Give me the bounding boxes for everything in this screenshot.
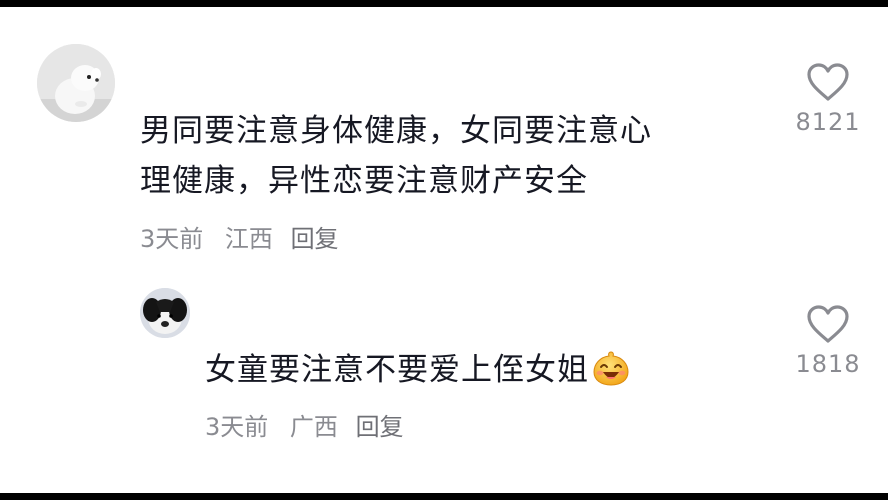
like-count: 8121 xyxy=(795,108,861,136)
like-button[interactable]: 8121 xyxy=(788,62,868,136)
comment-text-line: 女童要注意不要爱上侄女姐 xyxy=(205,352,589,388)
heart-icon xyxy=(807,63,849,101)
comment-location: 广西 xyxy=(289,413,338,441)
heart-icon xyxy=(807,305,849,343)
comment-meta: 3天前 江西 回复 xyxy=(140,219,339,254)
comment-list: 男同要注意身体健康，女同要注意心 理健康，异性恋要注意财产安全 3天前 江西 回… xyxy=(0,7,888,493)
comment-time: 3天前 xyxy=(140,225,204,253)
black-white-dog-avatar-icon xyxy=(140,288,190,338)
avatar[interactable] xyxy=(140,288,190,338)
comment-text-line: 理健康，异性恋要注意财产安全 xyxy=(140,163,588,199)
comment-location: 江西 xyxy=(224,225,273,253)
reply-button[interactable]: 回复 xyxy=(356,407,404,442)
comment-time: 3天前 xyxy=(205,413,269,441)
comment-text: 男同要注意身体健康，女同要注意心 理健康，异性恋要注意财产安全 xyxy=(140,106,652,206)
comment-text: 女童要注意不要爱上侄女姐 xyxy=(205,345,631,403)
comment-text-line: 男同要注意身体健康，女同要注意心 xyxy=(140,113,652,149)
laughing-face-emoji-icon xyxy=(591,348,631,403)
like-button[interactable]: 1818 xyxy=(788,304,868,378)
reply-button[interactable]: 回复 xyxy=(291,219,339,254)
white-dog-avatar-icon xyxy=(37,44,115,122)
like-count: 1818 xyxy=(795,350,861,378)
avatar[interactable] xyxy=(37,44,115,122)
comment-meta: 3天前 广西 回复 xyxy=(205,407,404,442)
